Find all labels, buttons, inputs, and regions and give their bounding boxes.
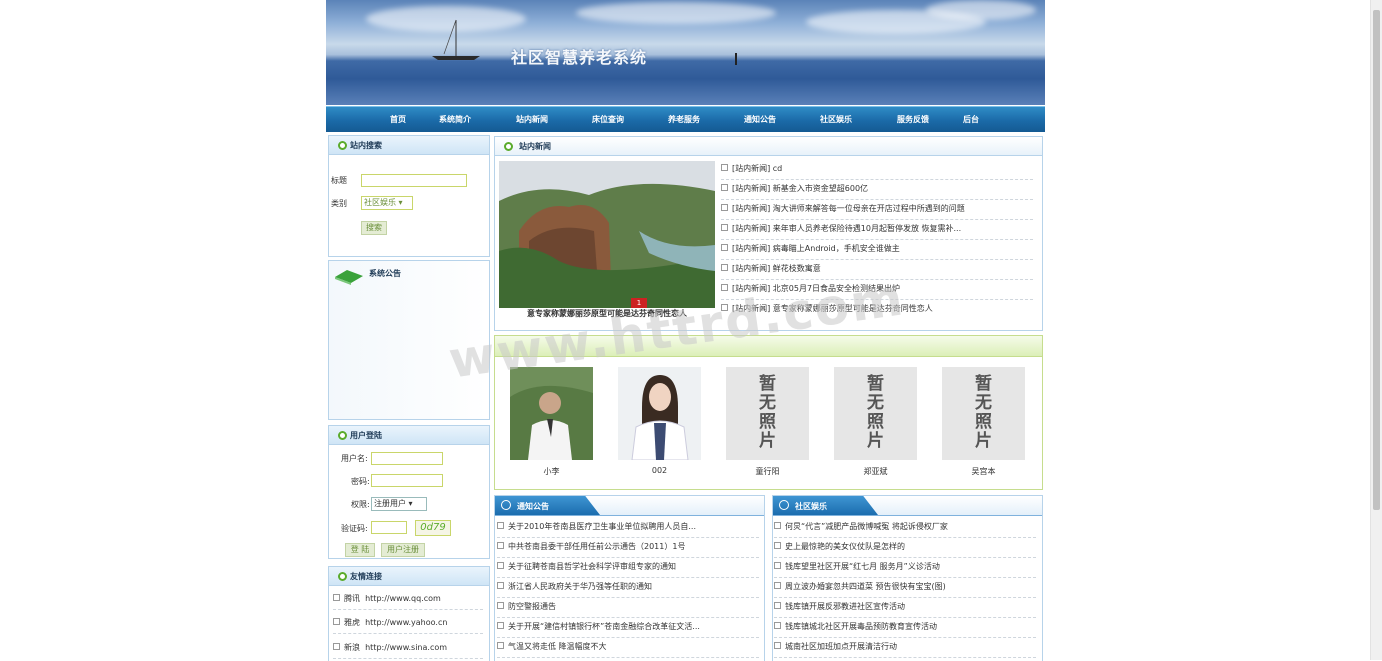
news-item[interactable]: [站内新闻] 淘大讲师来解答每一位母亲在开店过程中所遇到的问题 [721,199,1033,220]
entertainment-item[interactable]: 周立波办婚宴忽共四道菜 预告很快有宝宝(图) [774,577,1036,598]
mountain-image [499,161,715,308]
login-button[interactable]: 登 陆 [345,543,375,557]
staff-name[interactable]: 002 [618,466,701,475]
role-select[interactable]: 注册用户 ▾ [371,497,427,511]
notice-item[interactable]: 关于2010年苍南县医疗卫生事业单位拟聘用人员自... [497,517,759,538]
entertainment-item[interactable]: 钱库镇城北社区开展毒品预防教育宣传活动 [774,617,1036,638]
search-panel-title: 站内搜索 [350,141,382,150]
category-select[interactable]: 社区娱乐 ▾ [361,196,413,210]
news-item[interactable]: [站内新闻] 新基金入市资金望超600亿 [721,179,1033,200]
staff-photo[interactable] [618,367,701,460]
nav-news[interactable]: 站内新闻 [516,114,548,125]
entertainment-item[interactable]: 城南社区加班加点开展清洁行动 [774,637,1036,658]
nav-notices[interactable]: 通知公告 [744,114,776,125]
bullet-icon [338,572,347,581]
news-item[interactable]: [站内新闻] 病毒瞄上Android，手机安全谁做主 [721,239,1033,260]
entertainment-item[interactable]: 钱库镇开展反邪教进社区宣传活动 [774,597,1036,618]
role-label: 权限: [351,500,370,509]
staff-name[interactable]: 童行阳 [726,466,809,477]
nav-entertainment[interactable]: 社区娱乐 [820,114,852,125]
staff-name[interactable]: 吴宫本 [942,466,1025,477]
captcha-input[interactable] [371,521,407,534]
register-button[interactable]: 用户注册 [381,543,425,557]
notice-item[interactable]: 关于开展“建信村镇银行杯”苍南金融综合改革征文活... [497,617,759,638]
title-input[interactable] [361,174,467,187]
bullet-icon [504,142,513,151]
nav-services[interactable]: 养老服务 [668,114,700,125]
header-banner: 社区智慧养老系统 [326,0,1045,105]
notice-item[interactable]: 气温又将走低 降温幅度不大 [497,637,759,658]
category-label: 类别 [331,199,347,208]
no-photo-placeholder[interactable]: 暂无照片 [834,367,917,460]
bullet-icon [338,431,347,440]
play-icon [501,500,511,510]
password-label: 密码: [351,477,370,486]
nav-about[interactable]: 系统简介 [439,114,471,125]
notices-title: 通知公告 [517,502,549,511]
notice-item[interactable]: 关于征聘苍南县哲学社会科学评审组专家的通知 [497,557,759,578]
link-item[interactable]: 腾讯 http://www.qq.com [333,589,483,610]
entertainment-item[interactable]: 史上最惊艳的美女仪仗队是怎样的 [774,537,1036,558]
entertainment-title: 社区娱乐 [795,502,827,511]
news-panel-title: 站内新闻 [519,142,551,151]
bullet-icon [338,141,347,150]
news-slideshow[interactable] [499,161,715,308]
sailboat-icon [432,19,480,60]
username-label: 用户名: [341,454,368,463]
scrollbar-thumb[interactable] [1373,10,1380,510]
title-label: 标题 [331,176,347,185]
link-item[interactable]: 雅虎 http://www.yahoo.cn [333,613,483,634]
announcement-title: 系统公告 [369,269,401,278]
staff-name[interactable]: 小李 [510,466,593,477]
links-panel-title: 友情连接 [350,572,382,581]
link-item[interactable]: 新浪 http://www.sina.com [333,638,483,659]
notice-item[interactable]: 中共苍南县委干部任用任前公示通告（2011）1号 [497,537,759,558]
site-title: 社区智慧养老系统 [511,48,648,67]
login-panel-title: 用户登陆 [350,431,382,440]
news-item[interactable]: [站内新闻] cd [721,159,1033,180]
nav-admin[interactable]: 后台 [963,114,979,125]
no-photo-placeholder[interactable]: 暂无照片 [942,367,1025,460]
nav-home[interactable]: 首页 [390,114,406,125]
play-icon [779,500,789,510]
news-item[interactable]: [站内新闻] 来年审人员养老保险待遇10月起暂停发放 恢复需补... [721,219,1033,240]
main-nav: 首页 系统简介 站内新闻 床位查询 养老服务 通知公告 社区娱乐 服务反馈 后台 [326,106,1045,132]
notice-item[interactable]: 浙江省人民政府关于华乃强等任职的通知 [497,577,759,598]
nav-beds[interactable]: 床位查询 [592,114,624,125]
buoy-icon [735,53,737,65]
nav-feedback[interactable]: 服务反馈 [897,114,929,125]
book-icon [335,270,363,285]
captcha-image[interactable]: 0d79 [415,520,451,536]
search-button[interactable]: 搜索 [361,221,387,235]
staff-photo[interactable] [510,367,593,460]
captcha-label: 验证码: [341,524,368,533]
entertainment-item[interactable]: 何炅“代言”减肥产品微博喊冤 将起诉侵权厂家 [774,517,1036,538]
login-panel: 用户登陆 用户名: 密码: 权限: 注册用户 ▾ 验证码: 0d79 登 陆 用… [328,425,490,559]
entertainment-item[interactable]: 钱库望里社区开展“红七月 服务月”义诊活动 [774,557,1036,578]
links-panel: 友情连接 腾讯 http://www.qq.com 雅虎 http://www.… [328,566,490,661]
notice-item[interactable]: 防空警报通告 [497,597,759,618]
staff-name[interactable]: 郑亚斌 [834,466,917,477]
username-input[interactable] [371,452,443,465]
password-input[interactable] [371,474,443,487]
no-photo-placeholder[interactable]: 暂无照片 [726,367,809,460]
search-panel: 站内搜索 标题 类别 社区娱乐 ▾ 搜索 [328,135,490,257]
